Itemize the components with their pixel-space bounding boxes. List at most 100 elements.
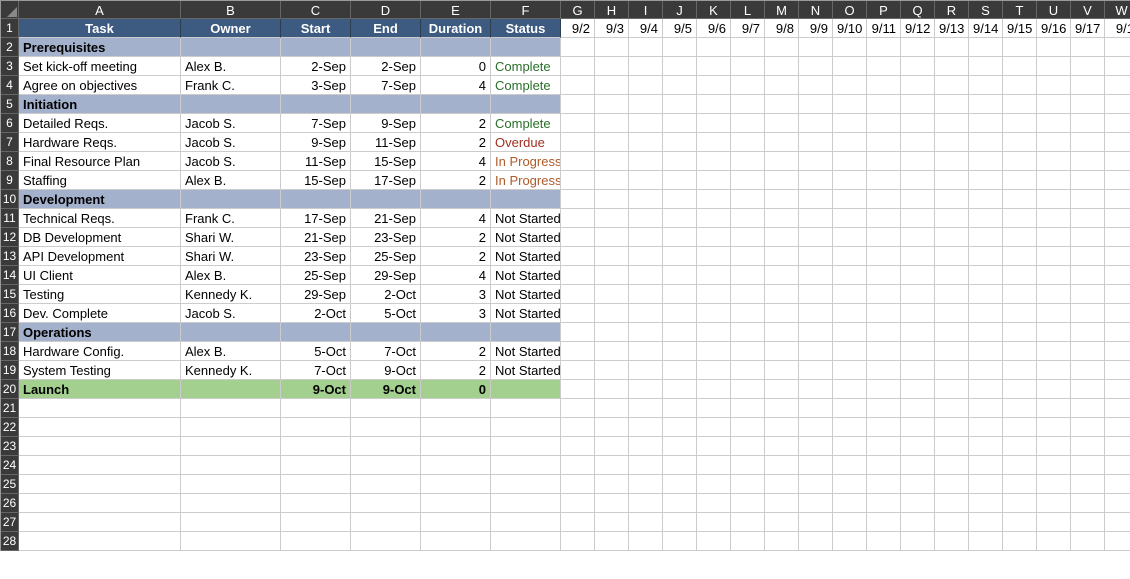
duration-cell-15[interactable]: 3 [421,285,491,304]
gantt-cell-12-12[interactable] [969,228,1003,247]
gantt-cell-18-1[interactable] [595,342,629,361]
empty-cell-26-2[interactable] [281,494,351,513]
owner-cell-7[interactable]: Jacob S. [181,133,281,152]
gantt-cell-16-3[interactable] [663,304,697,323]
gantt-cell-8-5[interactable] [731,152,765,171]
gantt-cell-24-10[interactable] [901,456,935,475]
gantt-cell-27-6[interactable] [765,513,799,532]
gantt-cell-9-8[interactable] [833,171,867,190]
row-head-21[interactable]: 21 [1,399,19,418]
gantt-cell-18-13[interactable] [1003,342,1037,361]
gantt-cell-3-12[interactable] [969,57,1003,76]
col-head-A[interactable]: A [19,1,181,19]
gantt-cell-18-15[interactable] [1071,342,1105,361]
task-cell-13[interactable]: API Development [19,247,181,266]
gantt-cell-15-15[interactable] [1071,285,1105,304]
section-17[interactable]: Operations [19,323,181,342]
gantt-cell-19-6[interactable] [765,361,799,380]
gantt-cell-28-14[interactable] [1037,532,1071,551]
gantt-cell-16-8[interactable] [833,304,867,323]
gantt-cell-22-6[interactable] [765,418,799,437]
gantt-cell-8-6[interactable] [765,152,799,171]
gantt-cell-10-13[interactable] [1003,190,1037,209]
gantt-cell-27-1[interactable] [595,513,629,532]
row-head-25[interactable]: 25 [1,475,19,494]
gantt-cell-28-10[interactable] [901,532,935,551]
gantt-cell-6-11[interactable] [935,114,969,133]
gantt-cell-5-8[interactable] [833,95,867,114]
gantt-cell-21-8[interactable] [833,399,867,418]
gantt-cell-2-1[interactable] [595,38,629,57]
gantt-cell-4-2[interactable] [629,76,663,95]
gantt-cell-19-7[interactable] [799,361,833,380]
gantt-cell-2-2[interactable] [629,38,663,57]
gantt-cell-8-1[interactable] [595,152,629,171]
gantt-cell-6-13[interactable] [1003,114,1037,133]
gantt-cell-20-16[interactable] [1105,380,1130,399]
gantt-cell-21-4[interactable] [697,399,731,418]
end-cell-12[interactable]: 23-Sep [351,228,421,247]
gantt-cell-4-6[interactable] [765,76,799,95]
status-cell-8[interactable]: In Progress [491,152,561,171]
gantt-cell-19-1[interactable] [595,361,629,380]
gantt-cell-24-8[interactable] [833,456,867,475]
gantt-cell-21-14[interactable] [1037,399,1071,418]
row-head-24[interactable]: 24 [1,456,19,475]
gantt-cell-19-10[interactable] [901,361,935,380]
gantt-cell-17-5[interactable] [731,323,765,342]
gantt-cell-24-15[interactable] [1071,456,1105,475]
gantt-cell-12-7[interactable] [799,228,833,247]
gantt-cell-14-14[interactable] [1037,266,1071,285]
gantt-cell-19-11[interactable] [935,361,969,380]
gantt-cell-10-16[interactable] [1105,190,1130,209]
gantt-cell-17-16[interactable] [1105,323,1130,342]
section-fill-5-3[interactable] [421,95,491,114]
gantt-cell-23-1[interactable] [595,437,629,456]
gantt-cell-22-11[interactable] [935,418,969,437]
gantt-cell-12-11[interactable] [935,228,969,247]
gantt-cell-20-1[interactable] [595,380,629,399]
gantt-cell-12-9[interactable] [867,228,901,247]
row-head-10[interactable]: 10 [1,190,19,209]
gantt-cell-28-12[interactable] [969,532,1003,551]
col-head-L[interactable]: L [731,1,765,19]
gantt-cell-13-0[interactable] [561,247,595,266]
gantt-cell-16-4[interactable] [697,304,731,323]
gantt-cell-7-12[interactable] [969,133,1003,152]
gantt-cell-21-15[interactable] [1071,399,1105,418]
gantt-cell-24-0[interactable] [561,456,595,475]
status-cell-6[interactable]: Complete [491,114,561,133]
gantt-cell-16-16[interactable] [1105,304,1130,323]
gantt-cell-25-4[interactable] [697,475,731,494]
status-cell-14[interactable]: Not Started [491,266,561,285]
gantt-cell-27-5[interactable] [731,513,765,532]
gantt-cell-18-9[interactable] [867,342,901,361]
row-head-19[interactable]: 19 [1,361,19,380]
gantt-cell-2-10[interactable] [901,38,935,57]
col-head-O[interactable]: O [833,1,867,19]
col-head-I[interactable]: I [629,1,663,19]
gantt-cell-4-1[interactable] [595,76,629,95]
col-head-S[interactable]: S [969,1,1003,19]
row-head-5[interactable]: 5 [1,95,19,114]
gantt-cell-13-13[interactable] [1003,247,1037,266]
gantt-cell-27-0[interactable] [561,513,595,532]
gantt-cell-13-11[interactable] [935,247,969,266]
gantt-cell-24-3[interactable] [663,456,697,475]
empty-cell-28-5[interactable] [491,532,561,551]
owner-cell-14[interactable]: Alex B. [181,266,281,285]
gantt-cell-16-9[interactable] [867,304,901,323]
gantt-cell-25-6[interactable] [765,475,799,494]
gantt-cell-16-15[interactable] [1071,304,1105,323]
gantt-cell-8-10[interactable] [901,152,935,171]
gantt-cell-5-4[interactable] [697,95,731,114]
gantt-cell-7-10[interactable] [901,133,935,152]
gantt-cell-25-9[interactable] [867,475,901,494]
gantt-cell-17-14[interactable] [1037,323,1071,342]
gantt-cell-2-8[interactable] [833,38,867,57]
gantt-cell-5-1[interactable] [595,95,629,114]
row-head-12[interactable]: 12 [1,228,19,247]
gantt-cell-8-13[interactable] [1003,152,1037,171]
gantt-cell-20-4[interactable] [697,380,731,399]
gantt-cell-11-0[interactable] [561,209,595,228]
